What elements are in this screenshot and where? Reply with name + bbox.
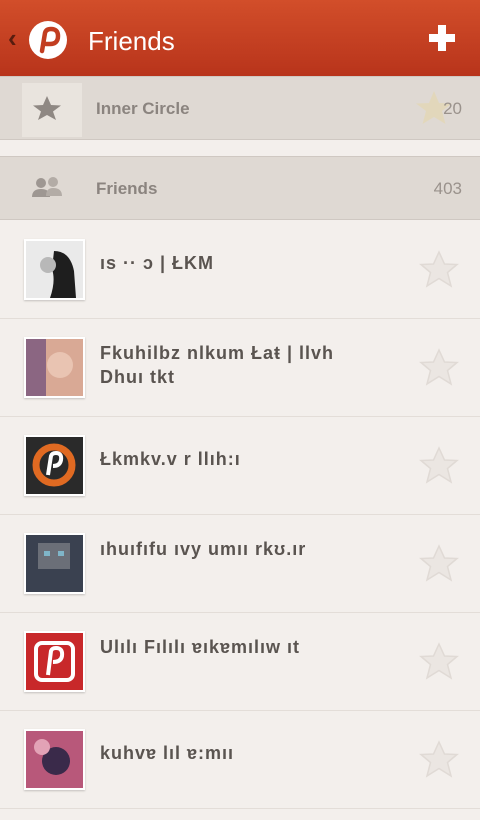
friend-row[interactable]: Ulılı Fılılı ɐıkɐmılıw ıt [0,613,480,711]
star-icon [33,96,61,120]
add-button[interactable] [426,22,458,54]
avatar [24,631,85,692]
avatar [24,435,85,496]
friend-row[interactable]: Fkuhilbz nlkum Łaŧ | llvh Dhuı tkt [0,319,480,417]
friends-screen: ‹ Friends Inner Circle 20 Friends 403 ıs… [0,0,480,820]
friend-name: Fkuhilbz nlkum Łaŧ | llvh Dhuı tkt [100,343,335,387]
chevron-left-icon[interactable]: ‹ [8,25,17,51]
friend-name: ıs ·· ɔ | ŁKM [100,253,215,273]
section-label: Friends [96,179,158,198]
friends-list: ıs ·· ɔ | ŁKM Fkuhilbz nlkum Łaŧ | llvh … [0,221,480,809]
friend-row[interactable]: kuhvɐ lıl ɐ:mıı [0,711,480,809]
star-outline-icon[interactable] [418,739,460,781]
section-label: Inner Circle [96,99,190,118]
friend-name: kuhvɐ lıl ɐ:mıı [100,743,235,763]
avatar [24,533,85,594]
section-count: 403 [433,179,462,198]
star-outline-icon[interactable] [418,543,460,585]
friend-name: Ulılı Fılılı ɐıkɐmılıw ıt [100,637,301,657]
friend-row[interactable]: Łkmkv.v r llıh:ı [0,417,480,515]
avatar [24,337,85,398]
friend-name: ıhuıfıfu ıvy umıı rkʊ.ır [100,539,307,559]
section-friends[interactable]: Friends 403 [0,156,480,220]
avatar [24,239,85,300]
star-outline-icon[interactable] [418,249,460,291]
friend-row[interactable]: ıs ·· ɔ | ŁKM [0,221,480,319]
people-icon [32,177,62,197]
avatar [24,729,85,790]
friend-name: Łkmkv.v r llıh:ı [100,449,241,469]
section-count: 20 [443,99,462,118]
star-outline-icon[interactable] [418,641,460,683]
friend-row[interactable]: ıhuıfıfu ıvy umıı rkʊ.ır [0,515,480,613]
star-outline-icon[interactable] [418,347,460,389]
page-title: Friends [88,26,175,56]
star-outline-icon[interactable] [418,445,460,487]
section-inner-circle[interactable]: Inner Circle 20 [0,76,480,140]
top-bar: ‹ Friends [0,0,480,76]
pinterest-logo-icon[interactable] [28,20,68,60]
